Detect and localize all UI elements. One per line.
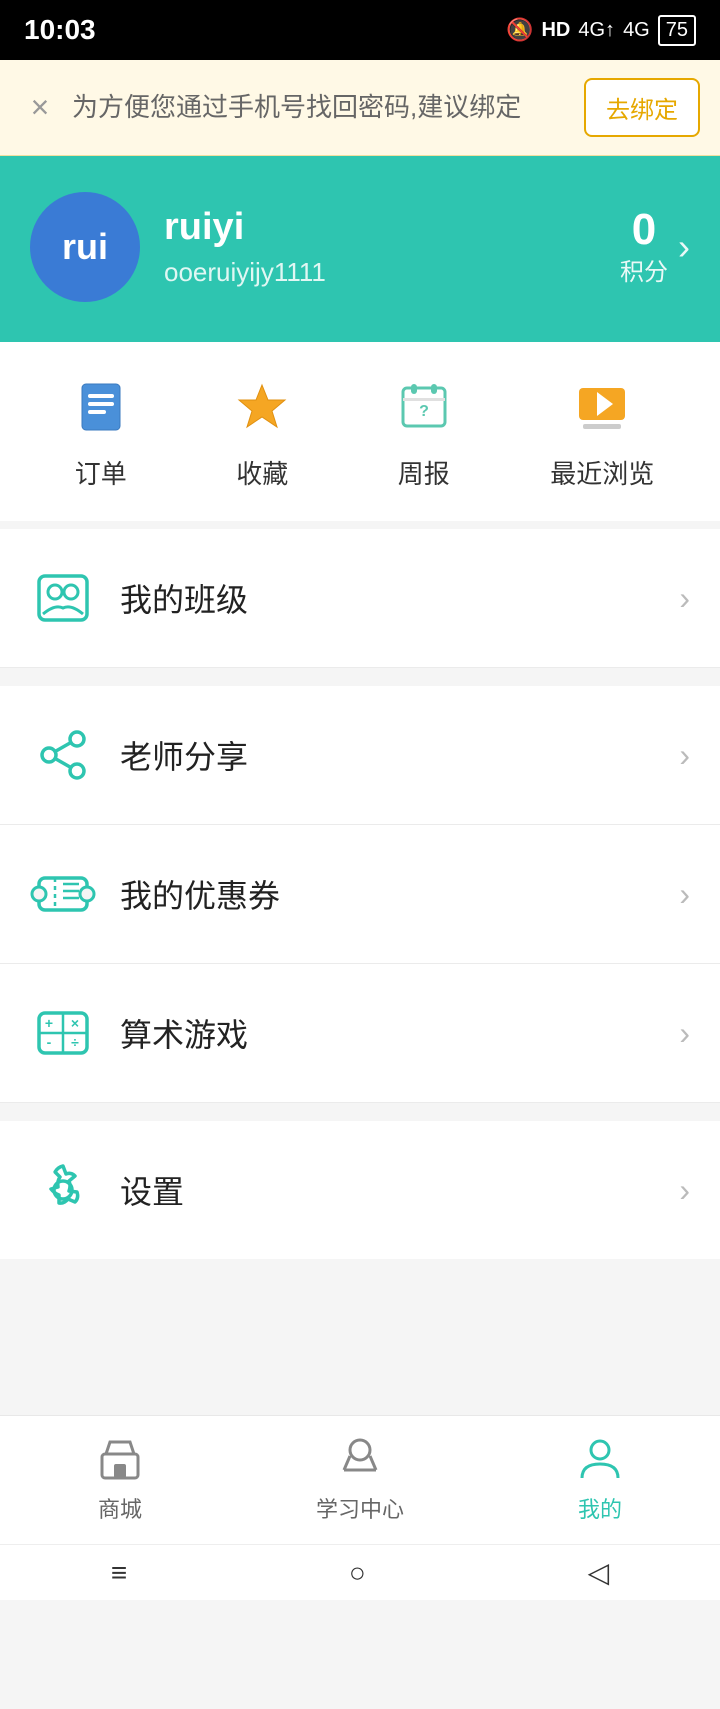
favorites-label: 收藏 <box>236 454 288 491</box>
share-icon <box>30 722 96 788</box>
close-icon[interactable]: × <box>20 89 60 126</box>
coupon-label: 我的优惠券 <box>120 871 679 917</box>
points-info: 0 积分 <box>620 208 668 287</box>
svg-text:?: ? <box>419 403 429 420</box>
menu-separator-2 <box>0 1103 720 1121</box>
menu-section: 我的班级 › 老师分享 › <box>0 529 720 1259</box>
menu-item-share[interactable]: 老师分享 › <box>0 686 720 825</box>
points-count: 0 <box>632 208 656 252</box>
nav-item-shop[interactable]: 商城 <box>0 1432 240 1524</box>
menu-separator-1 <box>0 668 720 686</box>
svg-text:+: + <box>45 1015 53 1031</box>
star-icon <box>227 372 297 442</box>
android-back-btn[interactable]: ◁ <box>588 1556 610 1589</box>
battery-icon: 75 <box>658 15 696 46</box>
hd-indicator: HD <box>541 19 570 42</box>
coupon-icon <box>30 861 96 927</box>
profile-info: ruiyi ooeruiyijy1111 <box>164 206 596 288</box>
report-icon: ? <box>389 372 459 442</box>
mute-icon: 🔕 <box>506 17 533 43</box>
shop-nav-label: 商城 <box>98 1492 142 1524</box>
quick-actions: 订单 收藏 ? 周报 <box>0 342 720 529</box>
username: ruiyi <box>164 206 596 249</box>
menu-item-coupon[interactable]: 我的优惠券 › <box>0 825 720 964</box>
menu-item-class[interactable]: 我的班级 › <box>0 529 720 668</box>
menu-item-game[interactable]: + × - ÷ 算术游戏 › <box>0 964 720 1103</box>
order-label: 订单 <box>75 454 127 491</box>
settings-icon <box>30 1157 96 1223</box>
nav-item-study[interactable]: 学习中心 <box>240 1432 480 1524</box>
study-nav-label: 学习中心 <box>316 1492 404 1524</box>
svg-text:-: - <box>47 1034 52 1050</box>
status-time: 10:03 <box>24 14 96 46</box>
browse-label: 最近浏览 <box>550 454 654 491</box>
class-icon <box>30 565 96 631</box>
chevron-right-icon2: › <box>679 737 690 774</box>
notification-banner: × 为方便您通过手机号找回密码,建议绑定 去绑定 <box>0 60 720 156</box>
points-section[interactable]: 0 积分 › <box>620 208 690 287</box>
class-label: 我的班级 <box>120 575 679 621</box>
quick-action-browse[interactable]: 最近浏览 <box>550 372 654 491</box>
avatar[interactable]: rui <box>30 192 140 302</box>
chevron-right-icon5: › <box>679 1172 690 1209</box>
android-home-btn[interactable]: ○ <box>349 1557 366 1589</box>
android-menu-btn[interactable]: ≡ <box>111 1557 127 1589</box>
game-icon: + × - ÷ <box>30 1000 96 1066</box>
user-id: ooeruiyijy1111 <box>164 257 596 288</box>
bind-phone-button[interactable]: 去绑定 <box>584 78 700 137</box>
status-bar: 10:03 🔕 HD 4G↑ 4G 75 <box>0 0 720 60</box>
bottom-nav: 商城 学习中心 我的 <box>0 1415 720 1544</box>
android-nav: ≡ ○ ◁ <box>0 1544 720 1600</box>
my-icon <box>574 1432 626 1484</box>
settings-label: 设置 <box>120 1167 679 1213</box>
points-arrow-icon: › <box>678 226 690 268</box>
browse-icon <box>567 372 637 442</box>
quick-action-report[interactable]: ? 周报 <box>389 372 459 491</box>
report-label: 周报 <box>398 454 450 491</box>
points-label: 积分 <box>620 252 668 287</box>
profile-header: rui ruiyi ooeruiyijy1111 0 积分 › <box>0 156 720 342</box>
signal-4g-icon2: 4G <box>623 19 650 42</box>
status-icons: 🔕 HD 4G↑ 4G 75 <box>506 15 696 46</box>
game-label: 算术游戏 <box>120 1010 679 1056</box>
signal-4g-icon: 4G↑ <box>578 19 615 42</box>
order-icon <box>66 372 136 442</box>
shop-icon <box>94 1432 146 1484</box>
my-nav-label: 我的 <box>578 1492 622 1524</box>
quick-action-favorites[interactable]: 收藏 <box>227 372 297 491</box>
study-icon <box>334 1432 386 1484</box>
svg-text:÷: ÷ <box>71 1034 79 1050</box>
quick-action-order[interactable]: 订单 <box>66 372 136 491</box>
notification-text: 为方便您通过手机号找回密码,建议绑定 <box>72 88 572 127</box>
menu-item-settings[interactable]: 设置 › <box>0 1121 720 1259</box>
chevron-right-icon3: › <box>679 876 690 913</box>
nav-item-my[interactable]: 我的 <box>480 1432 720 1524</box>
share-label: 老师分享 <box>120 732 679 778</box>
chevron-right-icon: › <box>679 580 690 617</box>
chevron-right-icon4: › <box>679 1015 690 1052</box>
svg-text:×: × <box>71 1015 79 1031</box>
